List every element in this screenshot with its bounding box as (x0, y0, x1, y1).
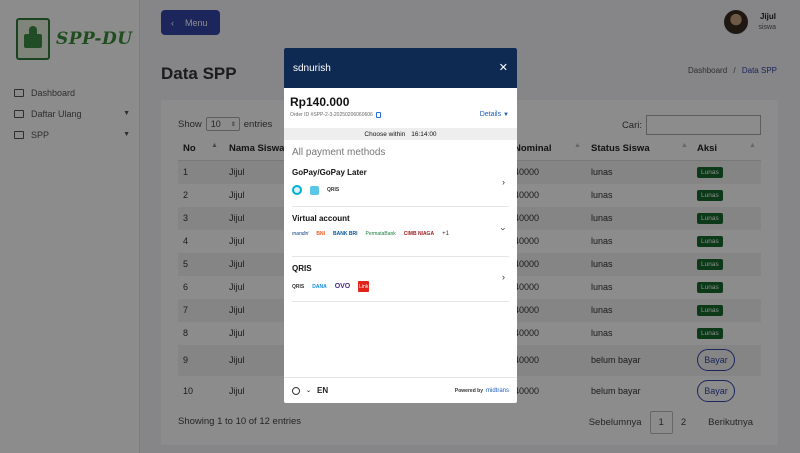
modal-header: sdnurish ✕ (284, 48, 517, 88)
timer-label: Choose within (364, 130, 406, 138)
modal-footer: ⌄ EN Powered by midtrans (284, 377, 517, 403)
method-qris[interactable]: QRIS › QRIS DANA OVO Link (292, 264, 509, 302)
merchant-name: sdnurish (293, 62, 331, 74)
bri-logo-icon: BANK BRI (333, 231, 358, 237)
details-toggle[interactable]: Details ▼ (480, 111, 509, 118)
payment-amount: Rp140.000 (290, 95, 350, 109)
midtrans-logo: midtrans (485, 387, 509, 394)
order-id: Order ID #SPP-2-3-20250206060606 (290, 112, 381, 118)
linkaja-logo-icon: Link (358, 281, 370, 292)
chevron-right-icon: › (502, 177, 505, 187)
qris-logo-icon: QRIS (327, 187, 340, 193)
method-title: GoPay/GoPay Later (292, 168, 367, 177)
gopay-later-logo-icon (310, 185, 319, 195)
qris-logo-icon: QRIS (292, 283, 305, 290)
caret-down-icon: ▼ (503, 112, 509, 118)
method-title: QRIS (292, 264, 312, 273)
payment-timer: Choose within 16:14:00 (284, 128, 517, 140)
mandiri-logo-icon: mandiri (292, 231, 309, 237)
powered-by: Powered by midtrans (455, 388, 509, 394)
method-logos: QRIS DANA OVO Link (292, 281, 509, 292)
dana-logo-icon: DANA (312, 283, 327, 290)
order-id-text: Order ID #SPP-2-3-20250206060606 (290, 112, 373, 118)
language-selector[interactable]: EN (317, 386, 328, 395)
powered-by-label: Powered by (454, 387, 483, 394)
copy-icon[interactable] (375, 112, 381, 118)
method-virtual-account[interactable]: Virtual account › mandiri BNI BANK BRI P… (292, 214, 509, 257)
chevron-down-icon[interactable]: ⌄ (306, 387, 311, 394)
method-logos: QRIS (292, 185, 509, 195)
details-label: Details (479, 111, 502, 118)
method-title: Virtual account (292, 214, 350, 223)
gopay-logo-icon (292, 185, 302, 195)
close-icon[interactable]: ✕ (499, 61, 508, 74)
all-methods-heading: All payment methods (292, 147, 386, 158)
chevron-right-icon: › (502, 272, 505, 282)
ovo-logo-icon: OVO (334, 283, 351, 290)
method-gopay[interactable]: GoPay/GoPay Later › QRIS (292, 168, 509, 207)
permata-logo-icon: PermataBank (365, 231, 396, 237)
cimb-logo-icon: CIMB NIAGA (403, 231, 435, 237)
chevron-down-icon: › (498, 227, 509, 231)
bni-logo-icon: BNI (316, 231, 326, 237)
more-banks-count: +1 (442, 231, 449, 237)
timer-value: 16:14:00 (411, 130, 437, 138)
globe-icon[interactable] (292, 386, 300, 395)
method-logos: mandiri BNI BANK BRI PermataBank CIMB NI… (292, 231, 509, 237)
payment-modal: sdnurish ✕ Rp140.000 Order ID #SPP-2-3-2… (284, 48, 517, 403)
